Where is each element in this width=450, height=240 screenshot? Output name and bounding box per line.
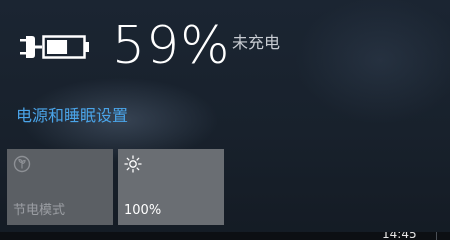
charging-status: 未充电 [232,33,281,52]
show-desktop-divider[interactable] [436,232,437,240]
brightness-tile[interactable]: 100% [118,149,224,225]
taskbar-clock[interactable]: 14:45 [382,232,417,240]
brightness-icon [124,155,142,173]
battery-level-fill [47,40,68,54]
battery-saver-tile[interactable]: 节电模式 [7,149,113,225]
battery-saver-label: 节电模式 [13,203,66,218]
taskbar: 14:45 [0,232,450,240]
battery-plug-icon [18,30,92,64]
power-sleep-settings-link[interactable]: 电源和睡眠设置 [16,106,128,126]
battery-saver-icon [13,155,31,173]
battery-percentage: 59% [112,16,231,76]
battery-flyout: 59% 未充电 电源和睡眠设置 节电模式 100% [0,0,450,232]
brightness-level-label: 100% [124,203,162,218]
